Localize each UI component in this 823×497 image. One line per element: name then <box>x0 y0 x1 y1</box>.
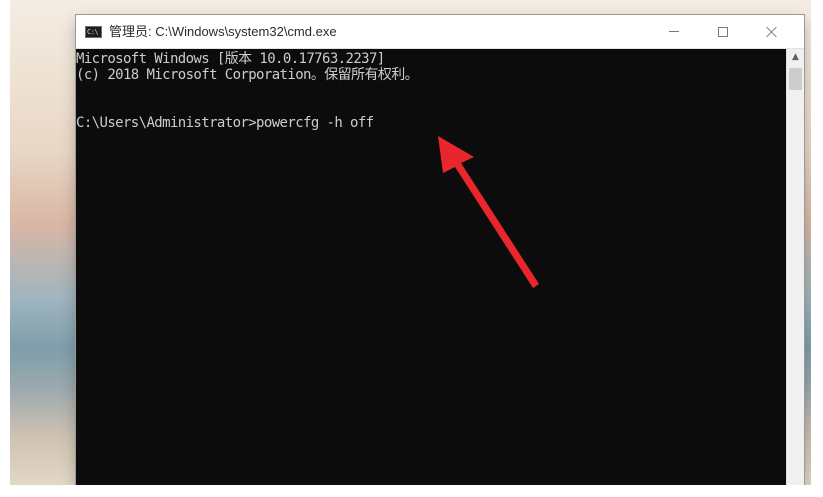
console-output[interactable]: Microsoft Windows [版本 10.0.17763.2237] (… <box>76 49 786 485</box>
cmd-app-icon: C:\ <box>85 26 102 38</box>
maximize-icon <box>718 26 728 37</box>
title-bar[interactable]: C:\ 管理员: C:\Windows\system32\cmd.exe <box>76 15 804 49</box>
desktop-background: C:\ 管理员: C:\Windows\system32\cmd.exe Mic… <box>0 0 823 497</box>
close-button[interactable] <box>749 15 795 48</box>
scroll-thumb[interactable] <box>789 68 802 90</box>
minimize-icon <box>669 31 679 32</box>
window-title: 管理员: C:\Windows\system32\cmd.exe <box>109 24 337 39</box>
console-line-command: C:\Users\Administrator>powercfg -h off <box>76 115 374 131</box>
vertical-scrollbar[interactable]: ▲ <box>786 49 804 485</box>
minimize-button[interactable] <box>651 15 697 48</box>
cmd-window[interactable]: C:\ 管理员: C:\Windows\system32\cmd.exe Mic… <box>76 15 804 485</box>
maximize-button[interactable] <box>700 15 746 48</box>
scroll-up-icon[interactable]: ▲ <box>787 49 804 66</box>
close-icon <box>766 26 778 38</box>
console-line-copyright: (c) 2018 Microsoft Corporation。保留所有权利。 <box>76 67 419 83</box>
console-line-version: Microsoft Windows [版本 10.0.17763.2237] <box>76 51 385 67</box>
cmd-app-icon-label: C:\ <box>87 28 99 36</box>
